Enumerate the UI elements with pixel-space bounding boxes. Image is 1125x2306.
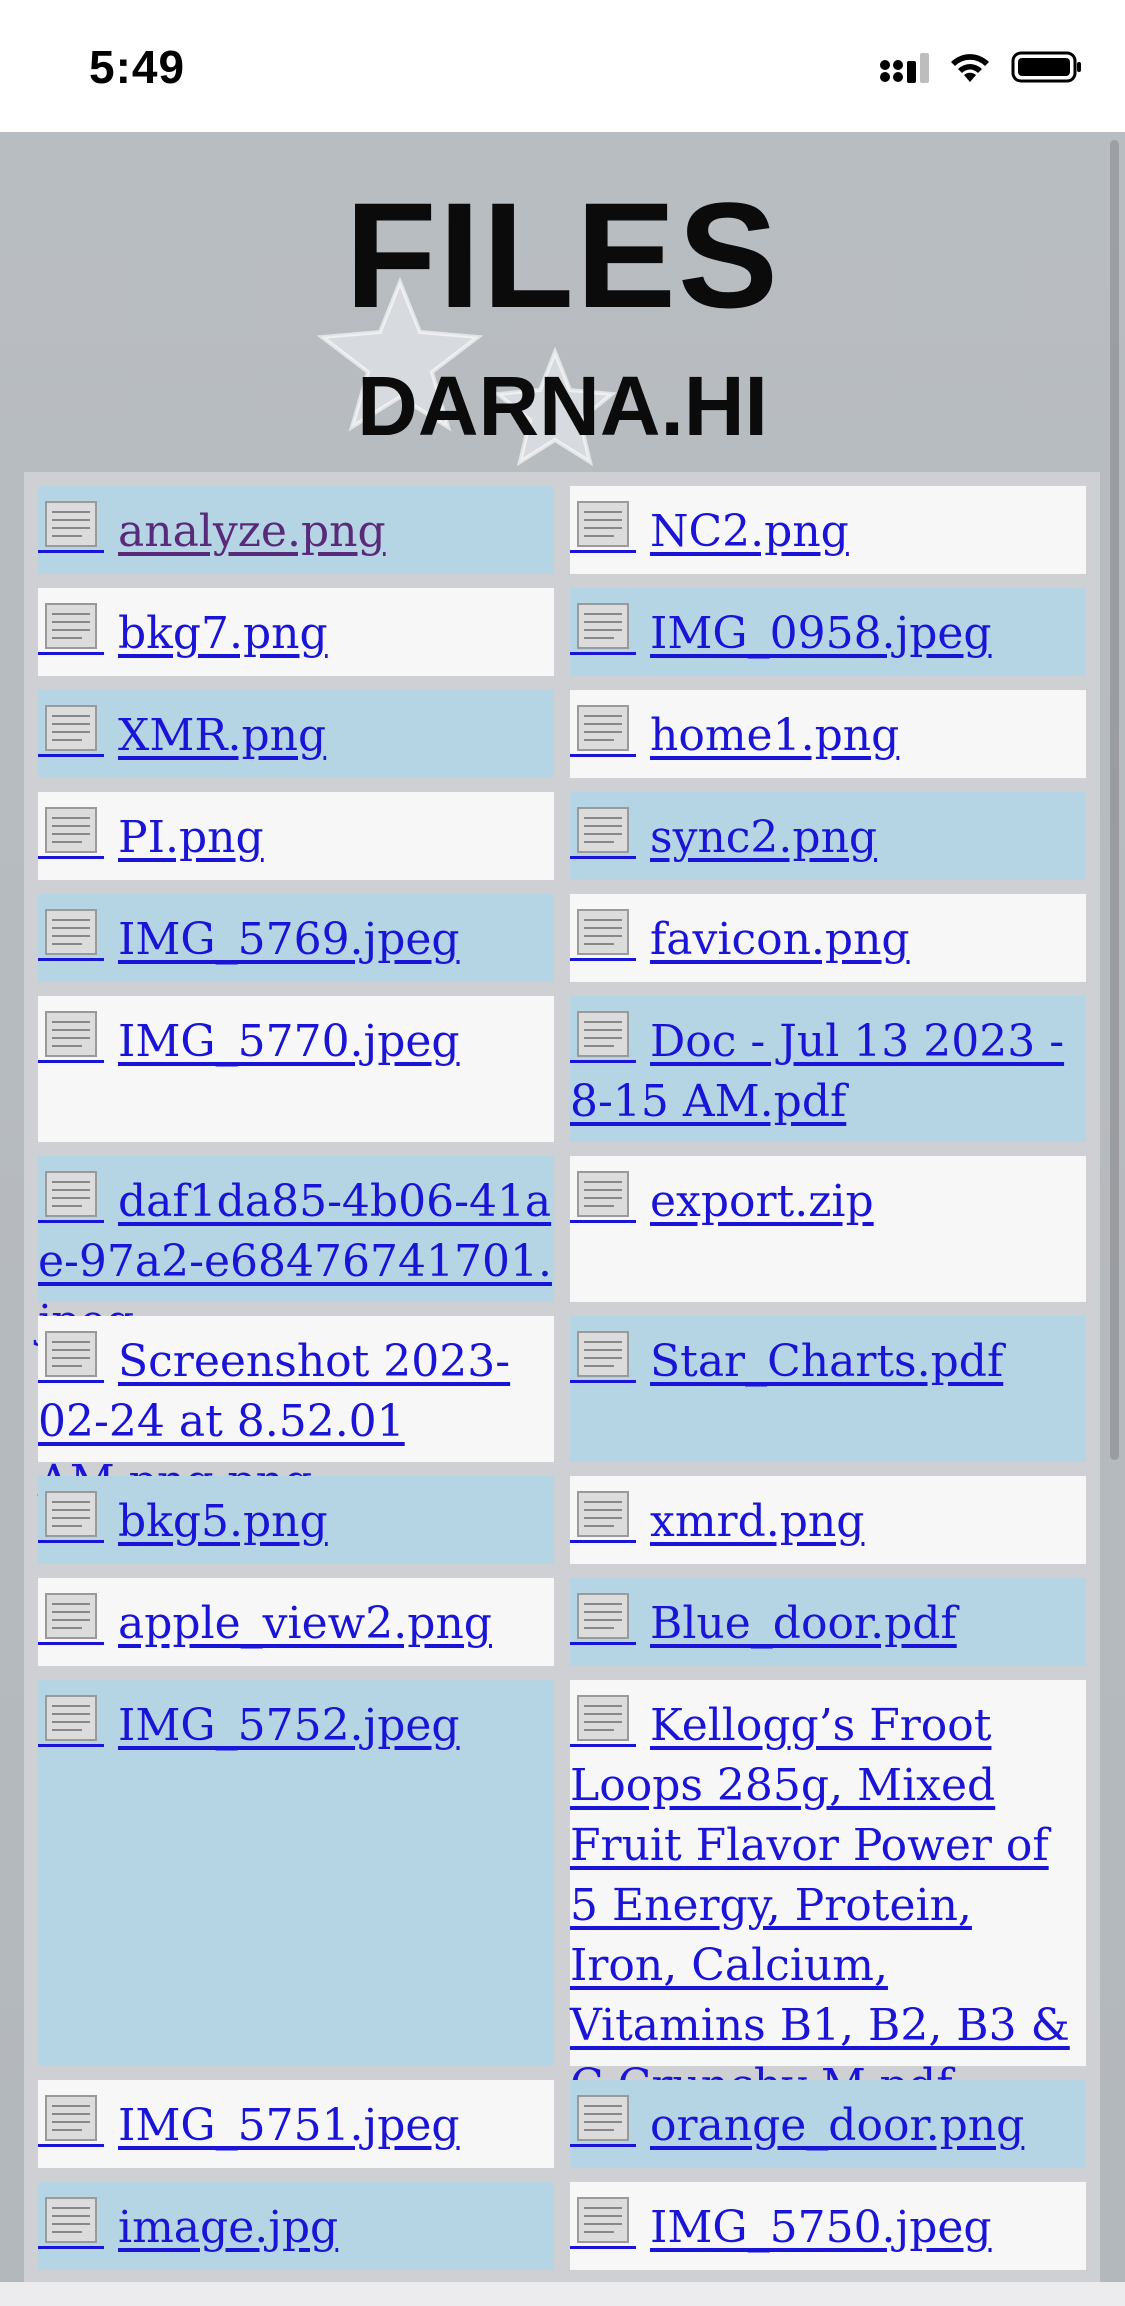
- file-link[interactable]: IMG_5770.jpeg: [38, 1011, 460, 1067]
- file-cell: IMG_5751.jpeg: [38, 2080, 554, 2168]
- file-link[interactable]: favicon.png: [570, 909, 910, 965]
- file-thumbnail-icon: [38, 1490, 104, 1543]
- file-cell: Blue_door.pdf: [570, 1578, 1086, 1666]
- file-cell: IMG_0958.jpeg: [570, 588, 1086, 676]
- file-link[interactable]: sync2.png: [570, 807, 877, 863]
- file-link[interactable]: analyze.png: [38, 501, 386, 557]
- file-thumbnail-icon: [570, 806, 636, 859]
- file-link[interactable]: XMR.png: [38, 705, 326, 761]
- file-cell: xmrd.png: [570, 1476, 1086, 1564]
- file-link[interactable]: Star_Charts.pdf: [570, 1331, 1003, 1387]
- file-link[interactable]: image.jpg: [38, 2197, 338, 2253]
- file-link[interactable]: Kellogg’s Froot Loops 285g, Mixed Fruit …: [570, 1695, 1070, 2111]
- file-link[interactable]: home1.png: [570, 705, 899, 761]
- file-cell: XMR.png: [38, 690, 554, 778]
- file-thumbnail-icon: [570, 908, 636, 961]
- browser-bottom-bar: [0, 2282, 1125, 2306]
- battery-icon: [1011, 51, 1081, 83]
- file-cell: sync2.png: [570, 792, 1086, 880]
- file-cell: PI.png: [38, 792, 554, 880]
- file-thumbnail-icon: [38, 1694, 104, 1747]
- file-link[interactable]: IMG_0958.jpeg: [570, 603, 992, 659]
- file-thumbnail-icon: [570, 602, 636, 655]
- file-cell: export.zip: [570, 1156, 1086, 1302]
- file-thumbnail-icon: [570, 2094, 636, 2147]
- file-cell: image.jpg: [38, 2182, 554, 2270]
- file-cell: IMG_5770.jpeg: [38, 996, 554, 1142]
- file-cell: analyze.png: [38, 486, 554, 574]
- file-link[interactable]: IMG_5752.jpeg: [38, 1695, 460, 1751]
- file-thumbnail-icon: [38, 500, 104, 553]
- file-cell: apple_view2.png: [38, 1578, 554, 1666]
- file-thumbnail-icon: [38, 806, 104, 859]
- file-link[interactable]: IMG_5769.jpeg: [38, 909, 460, 965]
- file-link[interactable]: bkg7.png: [38, 603, 328, 659]
- file-cell: bkg7.png: [38, 588, 554, 676]
- file-thumbnail-icon: [38, 2094, 104, 2147]
- file-cell: home1.png: [570, 690, 1086, 778]
- file-thumbnail-icon: [38, 1170, 104, 1223]
- file-thumbnail-icon: [38, 1592, 104, 1645]
- status-bar: 5:49: [0, 0, 1125, 132]
- file-cell: favicon.png: [570, 894, 1086, 982]
- file-link[interactable]: orange_door.png: [570, 2095, 1024, 2151]
- status-time: 5:49: [89, 41, 186, 93]
- file-link[interactable]: xmrd.png: [570, 1491, 864, 1547]
- file-cell: bkg5.png: [38, 1476, 554, 1564]
- file-link[interactable]: NC2.png: [570, 501, 849, 557]
- file-thumbnail-icon: [570, 704, 636, 757]
- file-thumbnail-icon: [570, 1170, 636, 1223]
- file-cell: Kellogg’s Froot Loops 285g, Mixed Fruit …: [570, 1680, 1086, 2111]
- file-thumbnail-icon: [38, 602, 104, 655]
- file-cell: NC2.png: [570, 486, 1086, 574]
- file-link[interactable]: bkg5.png: [38, 1491, 328, 1547]
- file-thumbnail-icon: [38, 2196, 104, 2249]
- file-thumbnail-icon: [570, 1694, 636, 1747]
- file-cell: IMG_5750.jpeg: [570, 2182, 1086, 2270]
- file-link[interactable]: apple_view2.png: [38, 1593, 492, 1649]
- cellular-signal-icon: [880, 53, 929, 83]
- page-subtitle: DARNA.HI: [357, 359, 768, 453]
- file-cell: Doc - Jul 13 2023 - 8-15 AM.pdf: [570, 996, 1086, 1142]
- file-thumbnail-icon: [570, 1592, 636, 1645]
- file-cell: IMG_5769.jpeg: [38, 894, 554, 982]
- file-link[interactable]: IMG_5750.jpeg: [570, 2197, 992, 2253]
- file-thumbnail-icon: [570, 500, 636, 553]
- file-link[interactable]: Blue_door.pdf: [570, 1593, 957, 1649]
- page-title: FILES: [344, 171, 781, 339]
- file-cell: IMG_5752.jpeg: [38, 1680, 554, 2066]
- files-page[interactable]: FILES DARNA.HI analyze.png NC2.png bkg7.…: [0, 132, 1125, 2282]
- file-thumbnail-icon: [570, 1330, 636, 1383]
- scrollbar[interactable]: [1110, 140, 1119, 1460]
- wifi-icon: [951, 54, 989, 82]
- file-thumbnail-icon: [570, 1490, 636, 1543]
- file-thumbnail-icon: [38, 908, 104, 961]
- file-link[interactable]: PI.png: [38, 807, 264, 863]
- file-grid: analyze.png NC2.png bkg7.png IMG_0958.jp…: [24, 472, 1100, 2282]
- status-icons: [879, 50, 1083, 84]
- file-thumbnail-icon: [570, 1010, 636, 1063]
- file-cell: daf1da85-4b06-41ae-97a2-e68476741701.jpe…: [38, 1156, 554, 1347]
- file-thumbnail-icon: [38, 704, 104, 757]
- file-thumbnail-icon: [38, 1330, 104, 1383]
- file-cell: Star_Charts.pdf: [570, 1316, 1086, 1462]
- file-link[interactable]: export.zip: [570, 1171, 874, 1227]
- file-cell: orange_door.png: [570, 2080, 1086, 2168]
- file-thumbnail-icon: [570, 2196, 636, 2249]
- file-cell: Screenshot 2023-02-24 at 8.52.01 AM.png.…: [38, 1316, 554, 1507]
- file-link[interactable]: IMG_5751.jpeg: [38, 2095, 460, 2151]
- file-thumbnail-icon: [38, 1010, 104, 1063]
- file-link[interactable]: Doc - Jul 13 2023 - 8-15 AM.pdf: [570, 1011, 1064, 1127]
